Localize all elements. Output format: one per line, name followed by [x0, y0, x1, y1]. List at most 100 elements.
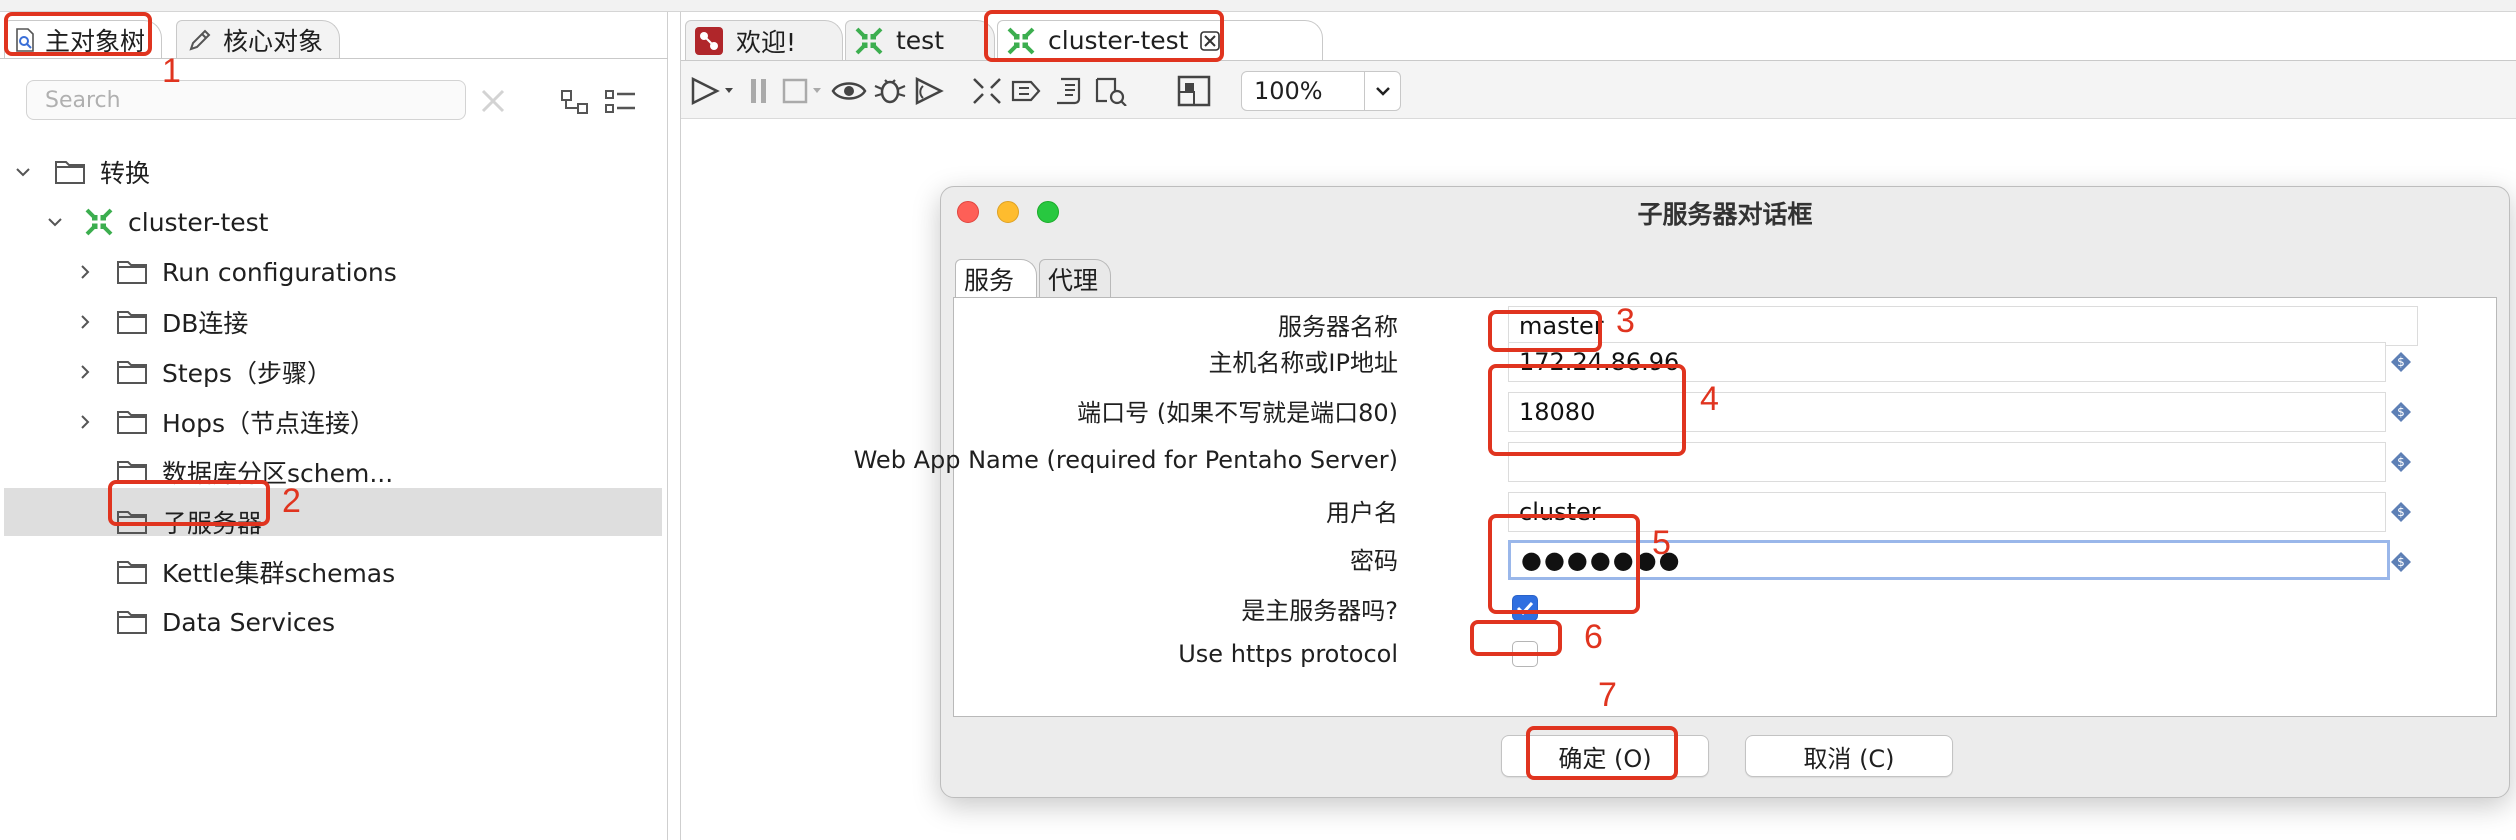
annotation-box-3 — [1488, 310, 1602, 352]
run-icon[interactable] — [689, 73, 737, 109]
clear-search-icon[interactable] — [478, 86, 508, 116]
svg-text:$: $ — [2397, 505, 2405, 519]
chevron-down-icon[interactable] — [1364, 72, 1400, 110]
variable-icon[interactable]: $ — [2390, 451, 2412, 473]
annotation-number-1: 1 — [162, 52, 181, 90]
zoom-select[interactable]: 100% — [1241, 71, 1401, 111]
svg-text:$: $ — [2397, 355, 2405, 369]
svg-text:$: $ — [2397, 455, 2405, 469]
chevron-right-icon[interactable] — [70, 314, 100, 330]
top-toolbar-strip — [0, 0, 2516, 12]
stop-icon[interactable] — [781, 73, 825, 109]
tree-item-run-configurations[interactable]: Run configurations — [70, 250, 397, 294]
transformation-icon — [854, 26, 884, 56]
tree-item-label: Hops（节点连接） — [162, 409, 375, 438]
replay-icon[interactable] — [913, 73, 947, 109]
annotation-number-5: 5 — [1652, 524, 1671, 562]
tab-divider — [0, 58, 668, 59]
variable-icon[interactable]: $ — [2390, 501, 2412, 523]
hostname-label: 主机名称或IP地址 — [1208, 348, 1398, 377]
show-results-icon[interactable] — [1177, 73, 1211, 109]
service-panel: 服务器名称 master 主机名称或IP地址 172.24.86.96 $ 端口… — [854, 297, 2497, 717]
folder-icon — [116, 609, 148, 635]
tab-label: 核心对象 — [223, 26, 324, 56]
verify-icon[interactable] — [971, 73, 1003, 109]
username-label: 用户名 — [1326, 498, 1398, 527]
search-input[interactable]: Search — [26, 80, 466, 120]
tree-item-cluster-test[interactable]: cluster-test — [40, 200, 268, 244]
variable-icon[interactable]: $ — [2390, 551, 2412, 573]
welcome-icon — [694, 26, 724, 56]
annotation-box-tab — [984, 10, 1224, 62]
tab-label: test — [896, 26, 945, 55]
server-name-input[interactable]: master — [1508, 306, 2418, 346]
tree-item-db-connections[interactable]: DB连接 — [70, 300, 248, 344]
annotation-box-4 — [1488, 364, 1686, 456]
tree-item-hops[interactable]: Hops（节点连接） — [70, 400, 375, 444]
preview-icon[interactable] — [831, 73, 867, 109]
pause-icon[interactable] — [747, 73, 771, 109]
folder-icon — [116, 409, 148, 435]
collapse-all-icon[interactable] — [604, 88, 638, 116]
folder-icon — [116, 559, 148, 585]
tree-item-steps[interactable]: Steps（步骤） — [70, 350, 332, 394]
port-label: 端口号 (如果不写就是端口80) — [1077, 398, 1398, 427]
tab-service[interactable]: 服务 — [955, 259, 1037, 297]
variable-icon[interactable]: $ — [2390, 401, 2412, 423]
tree-item-label: cluster-test — [128, 207, 269, 237]
chevron-right-icon[interactable] — [70, 364, 100, 380]
transformation-icon — [84, 207, 114, 237]
annotation-number-2: 2 — [282, 482, 301, 520]
password-label: 密码 — [1350, 546, 1398, 575]
tree-item-cluster-schemas[interactable]: Kettle集群schemas — [116, 550, 395, 594]
annotation-number-6: 6 — [1584, 618, 1603, 656]
debug-icon[interactable] — [873, 73, 907, 109]
annotation-box-1 — [4, 12, 152, 56]
sql-icon[interactable] — [1053, 73, 1085, 109]
cancel-button[interactable]: 取消 (C) — [1745, 735, 1953, 777]
folder-icon — [116, 359, 148, 385]
annotation-box-2 — [108, 480, 270, 526]
server-name-label: 服务器名称 — [1278, 312, 1398, 341]
annotation-number-3: 3 — [1616, 302, 1635, 340]
chevron-right-icon[interactable] — [70, 264, 100, 280]
pencil-icon — [187, 27, 213, 53]
chevron-down-icon[interactable] — [8, 164, 38, 180]
variable-icon[interactable]: $ — [2390, 351, 2412, 373]
annotation-box-5 — [1488, 514, 1640, 614]
annotation-number-7: 7 — [1598, 676, 1617, 714]
folder-icon — [116, 309, 148, 335]
tree-item-label: 转换 — [100, 159, 151, 188]
annotation-box-6 — [1470, 620, 1562, 656]
tab-core-objects[interactable]: 核心对象 — [176, 20, 341, 58]
explore-db-icon[interactable] — [1093, 73, 1129, 109]
svg-text:$: $ — [2397, 405, 2405, 419]
is-master-label: 是主服务器吗? — [1241, 596, 1398, 625]
tree-item-label: Kettle集群schemas — [162, 559, 396, 588]
tree-item-label: DB连接 — [162, 309, 249, 338]
tab-label: 欢迎! — [736, 27, 797, 57]
selected-row-highlight — [4, 488, 662, 536]
tree-item-transformations[interactable]: 转换 — [8, 150, 150, 194]
folder-icon — [116, 259, 148, 285]
https-label: Use https protocol — [1178, 640, 1398, 668]
chevron-down-icon[interactable] — [40, 214, 70, 230]
expand-all-icon[interactable] — [560, 88, 592, 116]
chevron-right-icon[interactable] — [70, 414, 100, 430]
tree-item-data-services[interactable]: Data Services — [116, 600, 335, 644]
annotation-number-4: 4 — [1700, 380, 1719, 418]
tab-test[interactable]: test — [845, 20, 995, 60]
webapp-name-label: Web App Name (required for Pentaho Serve… — [853, 446, 1398, 474]
tree-item-label: Steps（步骤） — [162, 359, 332, 388]
annotation-box-7 — [1526, 726, 1678, 780]
slave-server-dialog: 子服务器对话框 服务 代理 服务器名称 master 主机名称或IP地址 172… — [854, 186, 2510, 798]
tab-proxy[interactable]: 代理 — [1039, 259, 1111, 297]
dialog-title: 子服务器对话框 — [1637, 200, 1813, 229]
tab-welcome[interactable]: 欢迎! — [685, 20, 843, 60]
folder-icon — [54, 159, 86, 185]
impact-icon[interactable] — [1011, 73, 1045, 109]
zoom-value: 100% — [1254, 77, 1323, 105]
password-input[interactable]: ●●●●●●● — [1508, 540, 2390, 580]
transformation-toolbar: 100% — [681, 61, 2516, 119]
left-panel: 主对象树 核心对象 Search 转换 cluster-test Run con… — [0, 12, 668, 840]
